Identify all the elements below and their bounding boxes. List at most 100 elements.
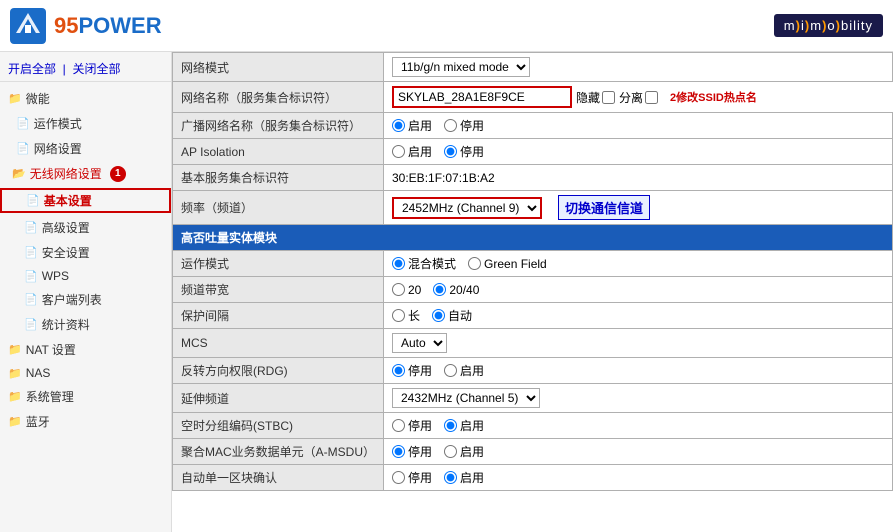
amsdu-label: 聚合MAC业务数据单元（A-MSDU）: [173, 439, 384, 465]
op-mode-green-radio[interactable]: [468, 257, 481, 270]
mcs-label: MCS: [173, 329, 384, 358]
mcs-value: Auto: [384, 329, 893, 358]
row-bssid: 基本服务集合标识符 30:EB:1F:07:1B:A2: [173, 165, 893, 191]
rdg-disable-radio[interactable]: [392, 364, 405, 377]
wuxian-badge: 1: [110, 166, 126, 182]
ext-channel-select[interactable]: 2432MHz (Channel 5): [392, 388, 540, 408]
row-ssid: 网络名称（服务集合标识符） 隐藏 分离 2修改SSID热点名: [173, 82, 893, 113]
section2-header: 高否吐量实体模块: [173, 225, 893, 251]
freq-value-cell: 2452MHz (Channel 9) 切换通信信道: [384, 191, 893, 225]
row-rdg: 反转方向权限(RDG) 停用 启用: [173, 358, 893, 384]
row-bandwidth: 频道带宽 20 20/40: [173, 277, 893, 303]
bandwidth-label: 频道带宽: [173, 277, 384, 303]
row-amsdu: 聚合MAC业务数据单元（A-MSDU） 停用 启用: [173, 439, 893, 465]
amsdu-value: 停用 启用: [384, 439, 893, 465]
row-stbc: 空时分组编码(STBC) 停用 启用: [173, 413, 893, 439]
sidebar-item-wps[interactable]: 📄 WPS: [0, 265, 171, 287]
sidebar-item-nat[interactable]: 📁 NAT 设置: [0, 337, 171, 362]
separate-checkbox[interactable]: [645, 91, 658, 104]
bw-20-radio[interactable]: [392, 283, 405, 296]
guard-value: 长 自动: [384, 303, 893, 329]
sidebar-top-links: 开启全部 | 关闭全部: [0, 56, 171, 82]
logo-icon: [10, 8, 46, 44]
ext-channel-value: 2432MHz (Channel 5): [384, 384, 893, 413]
broadcast-value: 启用 停用: [384, 113, 893, 139]
stbc-label: 空时分组编码(STBC): [173, 413, 384, 439]
ap-isolation-enable-radio[interactable]: [392, 145, 405, 158]
bssid-label: 基本服务集合标识符: [173, 165, 384, 191]
sidebar-item-lantia[interactable]: 📁 蓝牙: [0, 409, 171, 434]
bw-2040-radio[interactable]: [433, 283, 446, 296]
row-freq: 频率（频道） 2452MHz (Channel 9) 切换通信信道: [173, 191, 893, 225]
logo-text: 95POWER: [54, 13, 162, 39]
hidden-checkbox[interactable]: [602, 91, 615, 104]
row-mcs: MCS Auto: [173, 329, 893, 358]
sidebar-item-wanglu[interactable]: 📄 网络设置: [0, 136, 171, 161]
sidebar-item-gaoji[interactable]: 📄 高级设置: [0, 215, 171, 240]
amsdu-enable-radio[interactable]: [444, 445, 457, 458]
freq-select[interactable]: 2452MHz (Channel 9): [392, 197, 542, 219]
content-area: 网络模式 11b/g/n mixed mode 网络名称（服务集合标识符） 隐藏: [172, 52, 893, 532]
bssid-value: 30:EB:1F:07:1B:A2: [384, 165, 893, 191]
logo: 95POWER: [10, 8, 162, 44]
row-section2-header: 高否吐量实体模块: [173, 225, 893, 251]
row-broadcast: 广播网络名称（服务集合标识符） 启用 停用: [173, 113, 893, 139]
main-layout: 开启全部 | 关闭全部 📁 微能 📄 运作模式 📄 网络设置 �: [0, 52, 893, 532]
broadcast-enable-radio[interactable]: [392, 119, 405, 132]
ssid-label: 网络名称（服务集合标识符）: [173, 82, 384, 113]
bandwidth-value: 20 20/40: [384, 277, 893, 303]
sidebar-item-tongji[interactable]: 📄 统计资料: [0, 312, 171, 337]
sidebar-item-wuxian[interactable]: 📂 无线网络设置 1: [0, 161, 171, 186]
ssid-input[interactable]: [392, 86, 572, 108]
mcs-select[interactable]: Auto: [392, 333, 447, 353]
row-op-mode: 运作模式 混合模式 Green Field: [173, 251, 893, 277]
expand-all-link[interactable]: 开启全部: [8, 62, 56, 76]
sidebar-item-anquan[interactable]: 📄 安全设置: [0, 240, 171, 265]
autoba-disable-radio[interactable]: [392, 471, 405, 484]
stbc-enable-radio[interactable]: [444, 419, 457, 432]
header: 95POWER m)i)m)o)bility: [0, 0, 893, 52]
stbc-value: 停用 启用: [384, 413, 893, 439]
broadcast-disable-radio[interactable]: [444, 119, 457, 132]
autoba-label: 自动单一区块确认: [173, 465, 384, 491]
sidebar-item-xitong[interactable]: 📁 系统管理: [0, 384, 171, 409]
op-mode-mixed-radio[interactable]: [392, 257, 405, 270]
ap-isolation-disable-radio[interactable]: [444, 145, 457, 158]
rdg-enable-radio[interactable]: [444, 364, 457, 377]
autoba-enable-radio[interactable]: [444, 471, 457, 484]
ssid-value-cell: 隐藏 分离 2修改SSID热点名: [384, 82, 893, 112]
sidebar-item-nas[interactable]: 📁 NAS: [0, 362, 171, 384]
sidebar-item-weixiao[interactable]: 📁 微能: [0, 86, 171, 111]
sidebar-item-kehu[interactable]: 📄 客户端列表: [0, 287, 171, 312]
network-mode-select[interactable]: 11b/g/n mixed mode: [392, 57, 530, 77]
amsdu-disable-radio[interactable]: [392, 445, 405, 458]
freq-label: 频率（频道）: [173, 191, 384, 225]
mimobility-badge: m)i)m)o)bility: [774, 14, 883, 37]
ssid-annotation: 2修改SSID热点名: [670, 89, 757, 105]
settings-table: 网络模式 11b/g/n mixed mode 网络名称（服务集合标识符） 隐藏: [172, 52, 893, 491]
ap-isolation-value: 启用 停用: [384, 139, 893, 165]
row-ext-channel: 延伸频道 2432MHz (Channel 5): [173, 384, 893, 413]
ap-isolation-label: AP Isolation: [173, 139, 384, 165]
sidebar-item-yunzuo[interactable]: 📄 运作模式: [0, 111, 171, 136]
sidebar-item-jiben[interactable]: 📄 基本设置: [0, 186, 171, 215]
op-mode-label: 运作模式: [173, 251, 384, 277]
sidebar: 开启全部 | 关闭全部 📁 微能 📄 运作模式 📄 网络设置 �: [0, 52, 172, 532]
row-autoba: 自动单一区块确认 停用 启用: [173, 465, 893, 491]
row-ap-isolation: AP Isolation 启用 停用: [173, 139, 893, 165]
guard-label: 保护间隔: [173, 303, 384, 329]
guard-long-radio[interactable]: [392, 309, 405, 322]
op-mode-value: 混合模式 Green Field: [384, 251, 893, 277]
freq-annotation: 切换通信信道: [558, 195, 650, 220]
network-mode-value: 11b/g/n mixed mode: [384, 53, 893, 82]
guard-auto-radio[interactable]: [432, 309, 445, 322]
row-network-mode: 网络模式 11b/g/n mixed mode: [173, 53, 893, 82]
row-guard: 保护间隔 长 自动: [173, 303, 893, 329]
collapse-all-link[interactable]: 关闭全部: [72, 62, 120, 76]
network-mode-label: 网络模式: [173, 53, 384, 82]
ext-channel-label: 延伸频道: [173, 384, 384, 413]
autoba-value: 停用 启用: [384, 465, 893, 491]
rdg-value: 停用 启用: [384, 358, 893, 384]
broadcast-label: 广播网络名称（服务集合标识符）: [173, 113, 384, 139]
stbc-disable-radio[interactable]: [392, 419, 405, 432]
